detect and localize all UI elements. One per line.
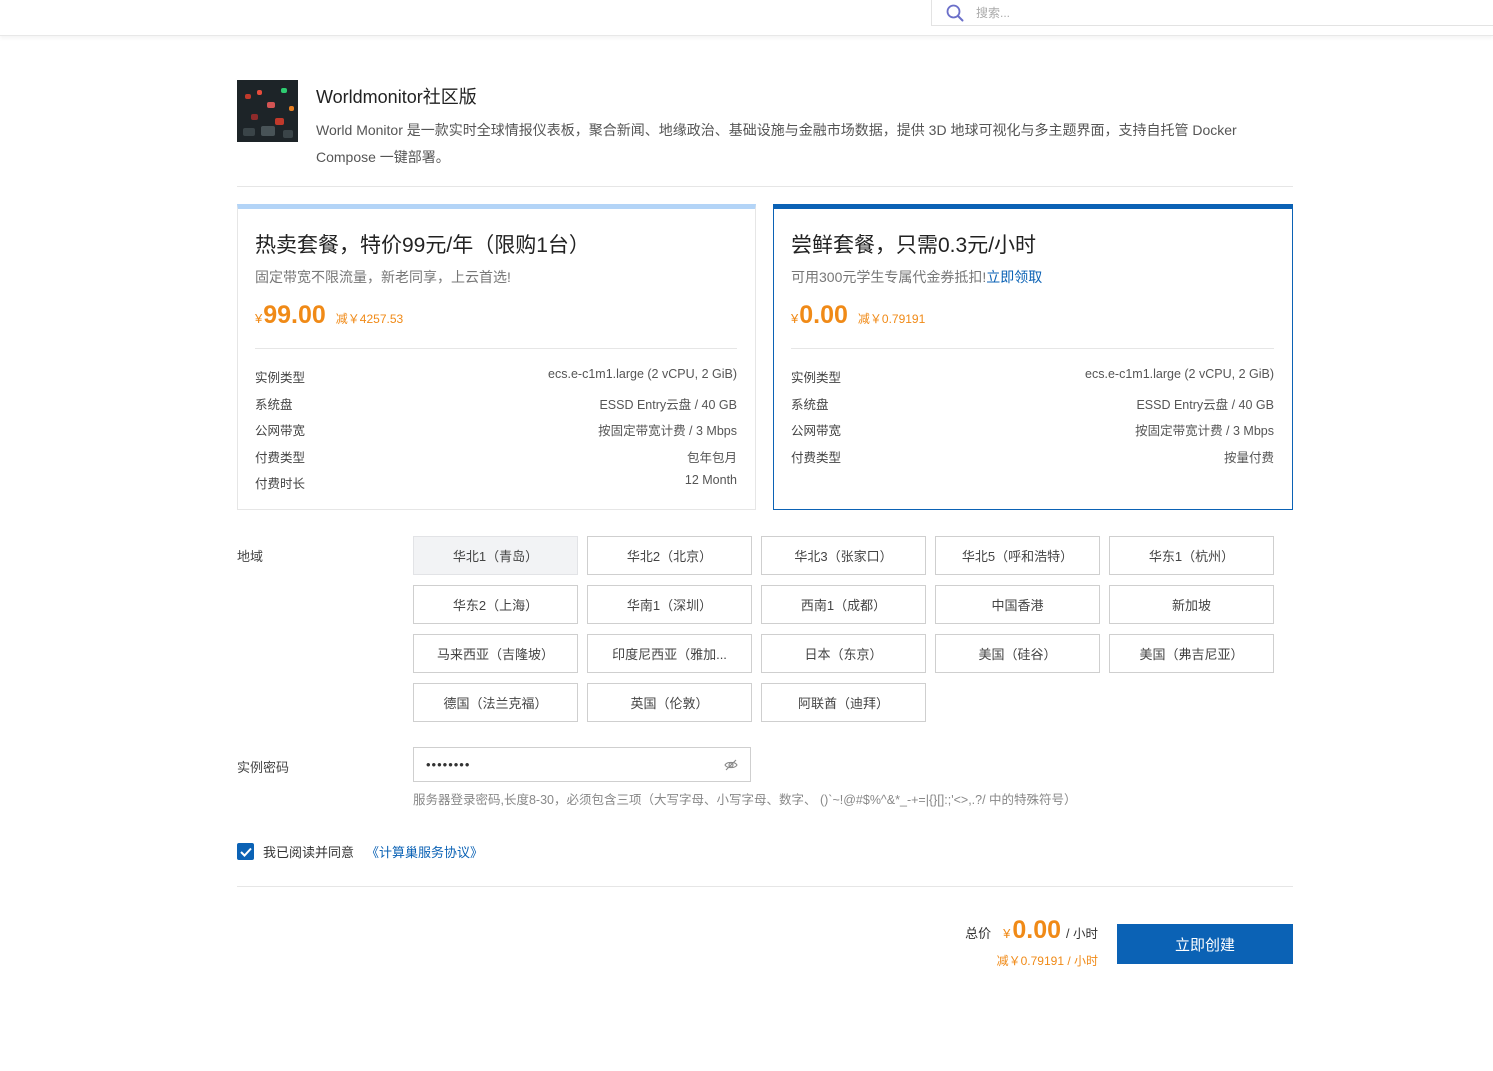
region-option[interactable]: 马来西亚（吉隆坡） bbox=[413, 634, 578, 673]
search-icon[interactable] bbox=[946, 4, 964, 22]
spec-value: 12 Month bbox=[684, 473, 737, 487]
spec-label: 付费类型 bbox=[255, 450, 306, 465]
product-description: World Monitor 是一款实时全球情报仪表板，聚合新闻、地缘政治、基础设… bbox=[316, 122, 1237, 165]
spec-value: 包年包月 bbox=[686, 450, 737, 465]
product-logo bbox=[237, 80, 298, 142]
divider bbox=[237, 886, 1293, 887]
password-input[interactable] bbox=[426, 757, 724, 772]
spec-row: 付费类型 按量付费 bbox=[791, 447, 1274, 474]
spec-label: 公网带宽 bbox=[791, 424, 842, 438]
region-option[interactable]: 印度尼西亚（雅加... bbox=[587, 634, 752, 673]
spec-row: 公网带宽 按固定带宽计费 / 3 Mbps bbox=[255, 420, 737, 447]
region-option[interactable]: 华东1（杭州） bbox=[1109, 536, 1274, 575]
spec-row: 系统盘 ESSD Entry云盘 / 40 GB bbox=[791, 394, 1274, 421]
plan-card-annual[interactable]: 热卖套餐，特价99元/年（限购1台） 固定带宽不限流量，新老同享，上云首选! ¥… bbox=[237, 204, 756, 510]
total-unit: / 小时 bbox=[1066, 927, 1098, 941]
spec-row: 公网带宽 按固定带宽计费 / 3 Mbps bbox=[791, 420, 1274, 447]
spec-row: 实例类型 ecs.e-c1m1.large (2 vCPU, 2 GiB) bbox=[255, 367, 737, 394]
password-hint: 服务器登录密码,长度8-30，必须包含三项（大写字母、小写字母、数字、 ()`~… bbox=[413, 793, 1077, 807]
region-option[interactable]: 华北2（北京） bbox=[587, 536, 752, 575]
spec-value: ecs.e-c1m1.large (2 vCPU, 2 GiB) bbox=[1085, 367, 1274, 381]
agreement-row: 我已阅读并同意 《计算巢服务协议》 bbox=[237, 842, 483, 861]
price-discount: 减￥4257.53 bbox=[335, 312, 404, 326]
total-currency: ¥ bbox=[1003, 926, 1011, 941]
claim-voucher-link[interactable]: 立即领取 bbox=[986, 269, 1042, 285]
create-button[interactable]: 立即创建 bbox=[1117, 924, 1293, 964]
spec-row: 付费类型 包年包月 bbox=[255, 447, 737, 474]
total-value: 0.00 bbox=[1012, 916, 1062, 944]
spec-value: ecs.e-c1m1.large (2 vCPU, 2 GiB) bbox=[548, 367, 737, 381]
region-option[interactable]: 华南1（深圳） bbox=[587, 585, 752, 624]
spec-row: 系统盘 ESSD Entry云盘 / 40 GB bbox=[255, 394, 737, 421]
plan-subtitle: 固定带宽不限流量，新老同享，上云首选! bbox=[255, 269, 511, 285]
region-option[interactable]: 新加坡 bbox=[1109, 585, 1274, 624]
product-header: Worldmonitor社区版 World Monitor 是一款实时全球情报仪… bbox=[237, 80, 1293, 187]
spec-row: 实例类型 ecs.e-c1m1.large (2 vCPU, 2 GiB) bbox=[791, 367, 1274, 394]
spec-label: 付费时长 bbox=[255, 477, 306, 491]
password-label: 实例密码 bbox=[237, 760, 290, 775]
password-field[interactable] bbox=[413, 747, 751, 782]
region-option[interactable]: 华北5（呼和浩特） bbox=[935, 536, 1100, 575]
spec-value: 按量付费 bbox=[1223, 450, 1274, 465]
spec-list: 实例类型 ecs.e-c1m1.large (2 vCPU, 2 GiB) 系统盘… bbox=[255, 367, 737, 500]
divider bbox=[791, 348, 1274, 349]
price-discount: 减￥0.79191 bbox=[857, 312, 926, 326]
service-agreement-link[interactable]: 《计算巢服务协议》 bbox=[366, 842, 483, 861]
search-box[interactable] bbox=[931, 0, 1493, 26]
plan-card-hourly[interactable]: 尝鲜套餐，只需0.3元/小时 可用300元学生专属代金券抵扣!立即领取 ¥ 0.… bbox=[773, 204, 1293, 510]
region-option[interactable]: 华北1（青岛） bbox=[413, 536, 578, 575]
eye-off-icon[interactable] bbox=[724, 758, 738, 772]
plan-price: ¥ 0.00 减￥0.79191 bbox=[791, 301, 925, 330]
spec-value: 按固定带宽计费 / 3 Mbps bbox=[1135, 424, 1274, 438]
spec-value: ESSD Entry云盘 / 40 GB bbox=[599, 397, 737, 412]
spec-label: 公网带宽 bbox=[255, 424, 306, 438]
check-icon bbox=[239, 847, 252, 857]
spec-label: 系统盘 bbox=[255, 397, 293, 412]
top-bar bbox=[0, 0, 1493, 36]
region-option[interactable]: 英国（伦敦） bbox=[587, 683, 752, 722]
spec-value: ESSD Entry云盘 / 40 GB bbox=[1136, 397, 1274, 412]
divider bbox=[255, 348, 737, 349]
region-option[interactable]: 日本（东京） bbox=[761, 634, 926, 673]
search-input[interactable] bbox=[976, 5, 1276, 20]
region-option[interactable]: 美国（弗吉尼亚） bbox=[1109, 634, 1274, 673]
price-value: 0.00 bbox=[799, 301, 848, 329]
agreement-checkbox[interactable] bbox=[237, 843, 254, 860]
region-label: 地域 bbox=[237, 549, 264, 564]
spec-label: 系统盘 bbox=[791, 397, 829, 412]
total-label: 总价 bbox=[965, 926, 992, 941]
plan-price: ¥ 99.00 减￥4257.53 bbox=[255, 301, 403, 330]
region-option[interactable]: 华东2（上海） bbox=[413, 585, 578, 624]
price-currency: ¥ bbox=[255, 311, 263, 326]
spec-list: 实例类型 ecs.e-c1m1.large (2 vCPU, 2 GiB) 系统盘… bbox=[791, 367, 1274, 473]
total-discount: 减￥0.79191 / 小时 bbox=[996, 954, 1098, 968]
spec-label: 付费类型 bbox=[791, 450, 842, 465]
price-currency: ¥ bbox=[791, 311, 799, 326]
plan-title: 尝鲜套餐，只需0.3元/小时 bbox=[791, 234, 1037, 257]
plan-title: 热卖套餐，特价99元/年（限购1台） bbox=[255, 234, 590, 257]
plan-subtitle-text: 可用300元学生专属代金券抵扣! bbox=[791, 269, 987, 285]
spec-label: 实例类型 bbox=[255, 371, 306, 385]
plan-subtitle: 可用300元学生专属代金券抵扣!立即领取 bbox=[791, 267, 1042, 287]
region-option[interactable]: 中国香港 bbox=[935, 585, 1100, 624]
total-price: 总价 ¥ 0.00 / 小时 bbox=[965, 916, 1098, 945]
region-option[interactable]: 华北3（张家口） bbox=[761, 536, 926, 575]
spec-row: 付费时长 12 Month bbox=[255, 473, 737, 500]
region-option[interactable]: 德国（法兰克福） bbox=[413, 683, 578, 722]
price-value: 99.00 bbox=[263, 301, 326, 329]
region-option[interactable]: 西南1（成都） bbox=[761, 585, 926, 624]
agreement-text: 我已阅读并同意 bbox=[263, 845, 355, 860]
spec-label: 实例类型 bbox=[791, 371, 842, 385]
region-option[interactable]: 阿联酋（迪拜） bbox=[761, 683, 926, 722]
product-title: Worldmonitor社区版 bbox=[316, 87, 477, 107]
region-grid: 华北1（青岛） 华北2（北京） 华北3（张家口） 华北5（呼和浩特） 华东1（杭… bbox=[413, 536, 1274, 722]
region-option[interactable]: 美国（硅谷） bbox=[935, 634, 1100, 673]
spec-value: 按固定带宽计费 / 3 Mbps bbox=[598, 424, 737, 438]
